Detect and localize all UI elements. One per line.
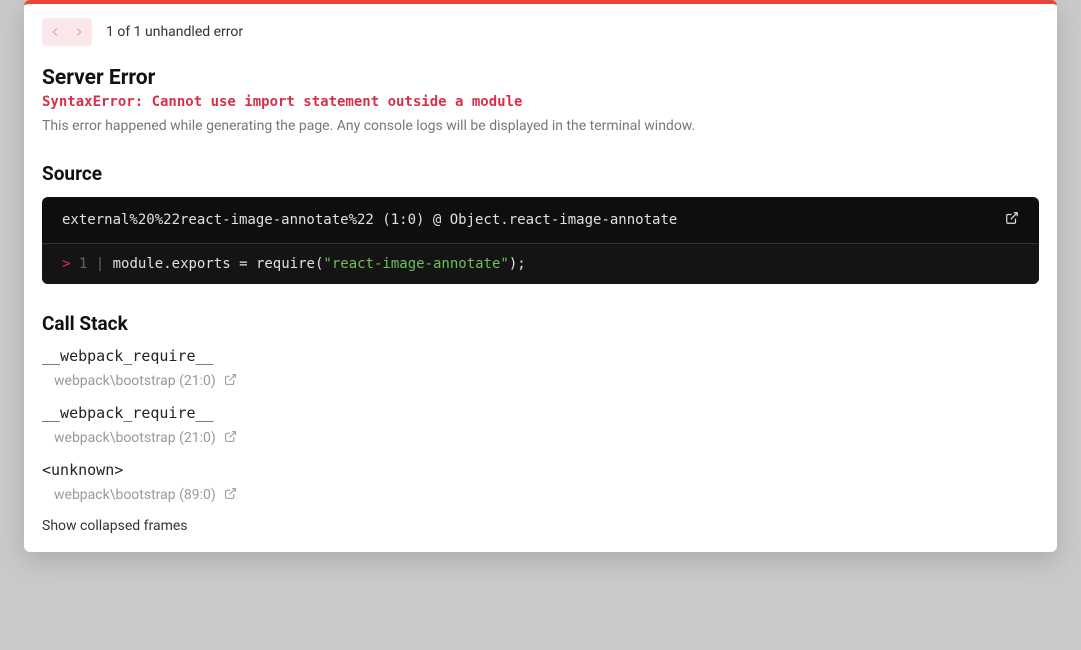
open-in-editor-button[interactable] (1005, 211, 1019, 229)
stack-frame-function: __webpack_require__ (42, 404, 1039, 422)
prev-error-button[interactable] (44, 20, 66, 44)
stack-frame-location-row: webpack\bootstrap (21:0) (42, 371, 1039, 390)
call-stack-list: __webpack_require__ webpack\bootstrap (2… (42, 347, 1039, 534)
source-code-body: > 1 | module.exports = require("react-im… (42, 244, 1039, 284)
stack-frame-location-row: webpack\bootstrap (21:0) (42, 428, 1039, 447)
source-heading: Source (42, 162, 1039, 185)
source-code-frame: external%20%22react-image-annotate%22 (1… (42, 197, 1039, 284)
page-title: Server Error (42, 66, 1039, 90)
error-count-label: 1 of 1 unhandled error (106, 24, 243, 40)
stack-frame-function: __webpack_require__ (42, 347, 1039, 365)
source-location-text: external%20%22react-image-annotate%22 (1… (62, 212, 677, 228)
code-caret: > (62, 256, 70, 272)
error-nav-row: 1 of 1 unhandled error (42, 18, 1039, 46)
stack-frame: __webpack_require__ webpack\bootstrap (2… (42, 404, 1039, 447)
error-description: This error happened while generating the… (42, 118, 1039, 134)
open-frame-in-editor-button[interactable] (224, 371, 237, 390)
chevron-right-icon (72, 25, 86, 39)
code-token: = (231, 256, 256, 272)
code-token: . (163, 256, 171, 272)
external-link-icon (224, 373, 237, 386)
stack-frame-location-row: webpack\bootstrap (89:0) (42, 485, 1039, 504)
stack-frame-location: webpack\bootstrap (21:0) (54, 430, 216, 446)
open-frame-in-editor-button[interactable] (224, 485, 237, 504)
open-frame-in-editor-button[interactable] (224, 428, 237, 447)
code-token: "react-image-annotate" (323, 256, 508, 272)
stack-frame-location: webpack\bootstrap (89:0) (54, 487, 216, 503)
code-token: require (256, 256, 315, 272)
call-stack-heading: Call Stack (42, 312, 1039, 335)
code-token: module (113, 256, 164, 272)
dialog-content: 1 of 1 unhandled error Server Error Synt… (24, 4, 1057, 552)
code-token: ); (509, 256, 526, 272)
code-token: exports (172, 256, 231, 272)
error-message: SyntaxError: Cannot use import statement… (42, 94, 1039, 110)
stack-frame: __webpack_require__ webpack\bootstrap (2… (42, 347, 1039, 390)
error-overlay-dialog: 1 of 1 unhandled error Server Error Synt… (24, 0, 1057, 552)
chevron-left-icon (48, 25, 62, 39)
error-nav-buttons (42, 18, 92, 46)
code-gutter-sep: | (96, 256, 104, 272)
source-location-header: external%20%22react-image-annotate%22 (1… (42, 197, 1039, 244)
stack-frame-function: <unknown> (42, 461, 1039, 479)
show-collapsed-frames-button[interactable]: Show collapsed frames (42, 518, 1039, 534)
external-link-icon (1005, 211, 1019, 225)
external-link-icon (224, 430, 237, 443)
external-link-icon (224, 487, 237, 500)
next-error-button[interactable] (68, 20, 90, 44)
code-line-number: 1 (79, 256, 87, 272)
stack-frame-location: webpack\bootstrap (21:0) (54, 373, 216, 389)
stack-frame: <unknown> webpack\bootstrap (89:0) (42, 461, 1039, 504)
